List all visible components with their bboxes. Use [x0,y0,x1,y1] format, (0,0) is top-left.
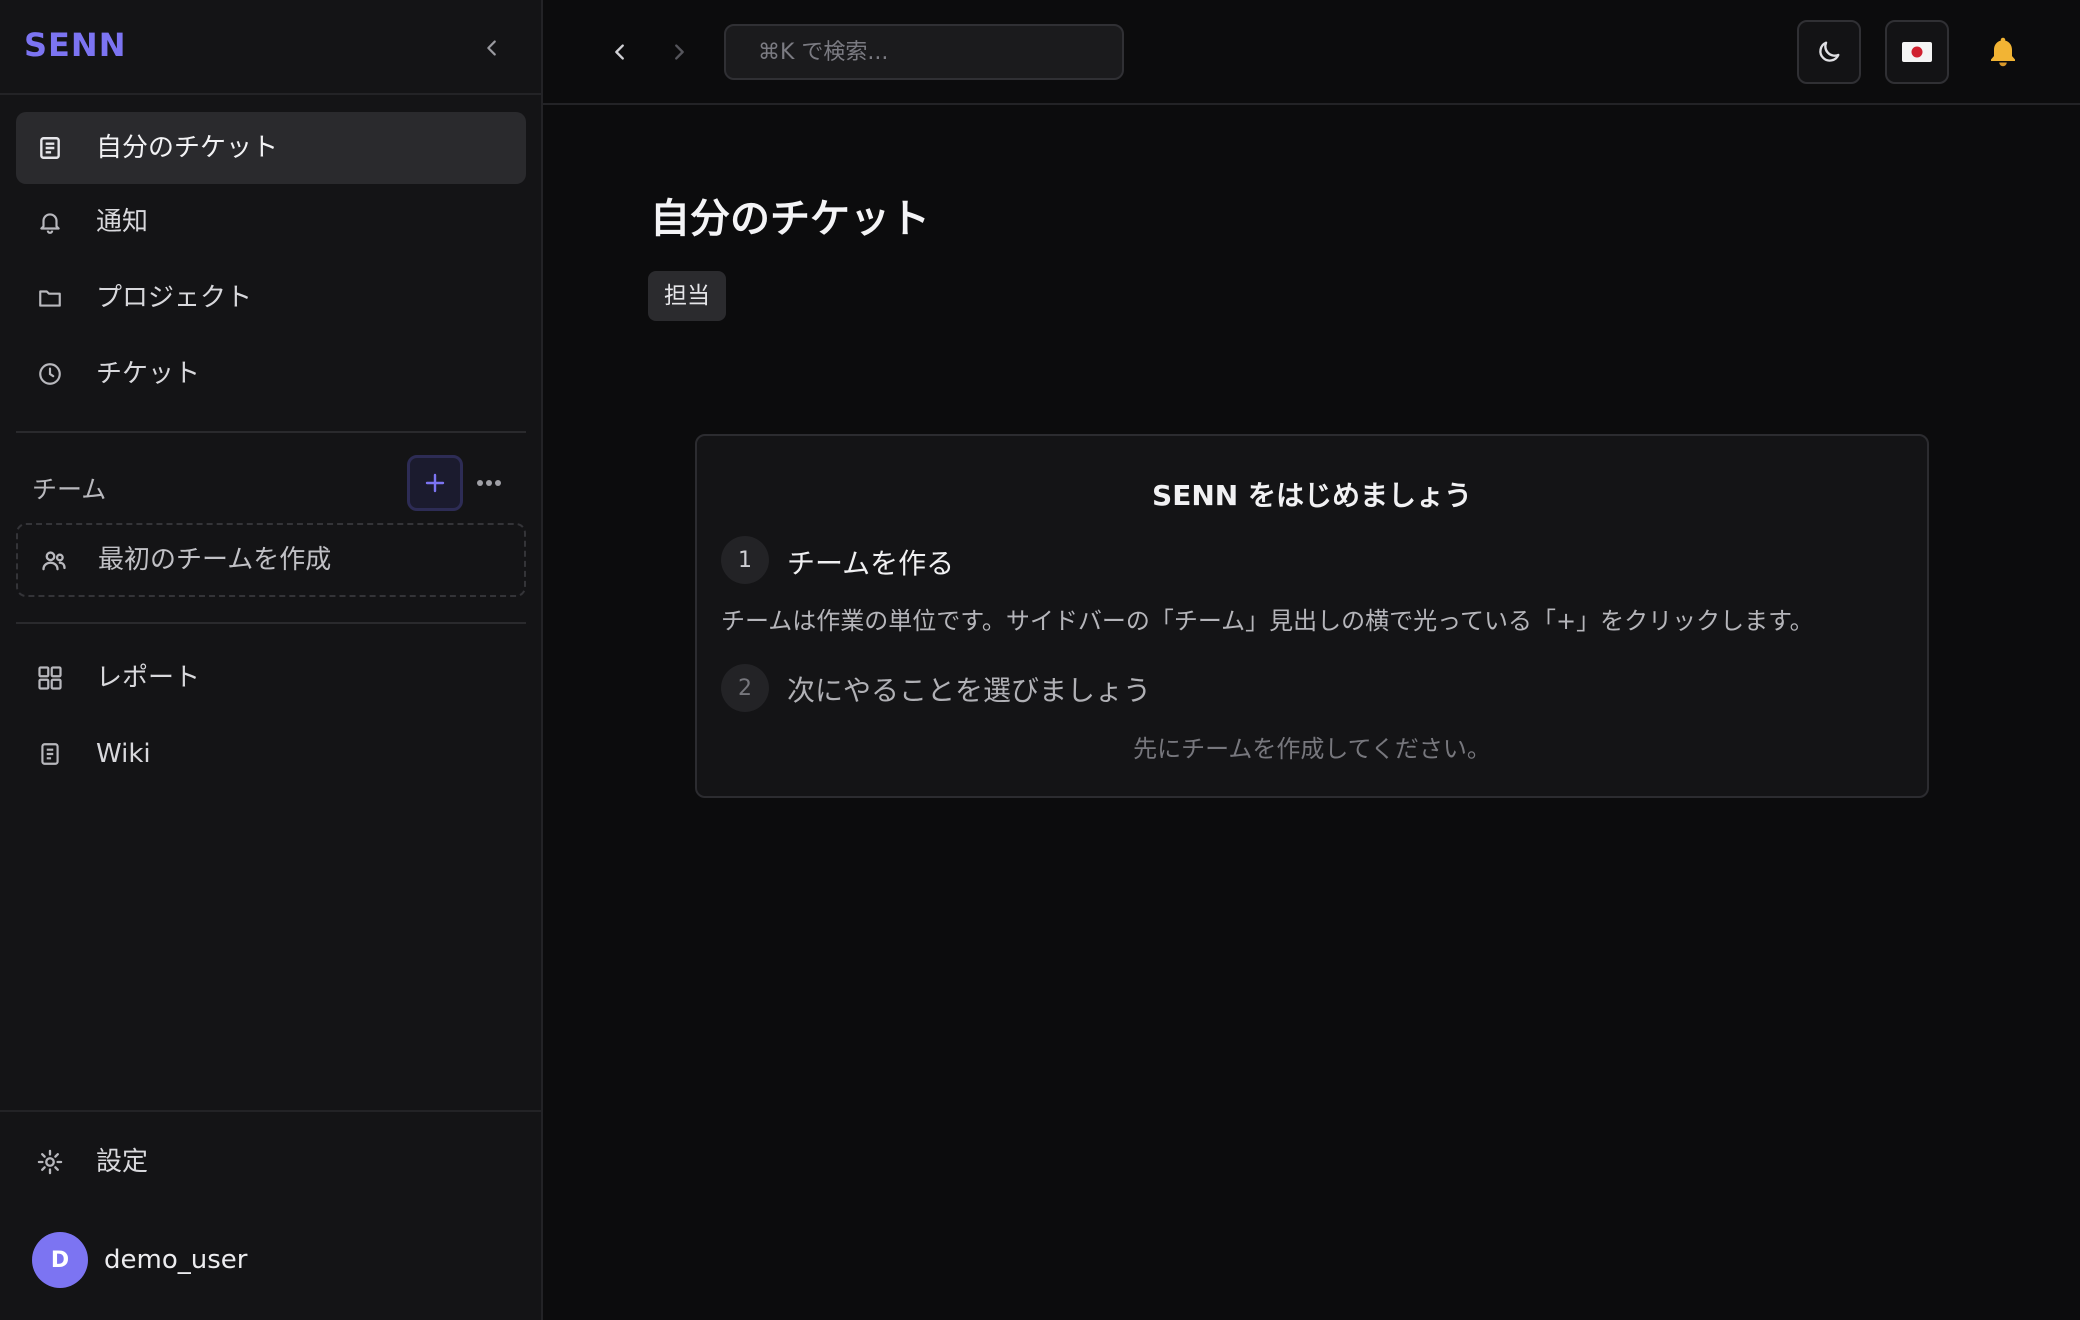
search-input[interactable] [724,24,1124,80]
step-title: チームを作る [787,547,955,580]
user-profile[interactable]: D demo_user [32,1232,247,1288]
step-note: 先にチームを作成してください。 [1133,735,1491,763]
gear-icon [36,1148,64,1176]
sidebar-item-label: チケット [96,359,201,389]
sidebar-item-label: 通知 [96,207,149,237]
plus-icon [425,473,445,493]
sidebar: SENN 自分のチケット 通知 プロジェクト チケット チーム 最初のチームを作… [0,0,543,1320]
assigned-filter-tag[interactable]: 担当 [648,271,726,321]
users-icon [40,547,68,575]
sidebar-item-label: レポート [96,663,201,693]
sidebar-item-reports[interactable]: レポート [16,642,526,714]
bell-icon [1991,37,2015,67]
create-first-team-button[interactable]: 最初のチームを作成 [16,523,526,597]
onboarding-title: SENN をはじめましょう [1152,479,1472,512]
topbar [543,0,2080,105]
forward-button[interactable] [659,32,699,72]
avatar: D [32,1232,88,1288]
sidebar-item-wiki[interactable]: Wiki [16,718,526,790]
sidebar-item-settings[interactable]: 設定 [16,1126,526,1198]
username: demo_user [104,1245,248,1275]
theme-toggle-button[interactable] [1797,20,1861,84]
language-button[interactable] [1885,20,1949,84]
step-title: 次にやることを選びましょう [787,674,1152,707]
sidebar-item-label: 自分のチケット [96,133,279,163]
sidebar-item-label: Wiki [96,739,151,769]
sidebar-divider [16,622,526,624]
chevron-right-icon [675,44,684,60]
page-title: 自分のチケット [650,196,930,242]
bell-icon [36,208,64,236]
notifications-button[interactable] [1977,26,2029,78]
sidebar-item-label: 設定 [96,1147,149,1177]
create-team-label: 最初のチームを作成 [98,545,332,575]
step-description: チームは作業の単位です。サイドバーの「チーム」見出しの横で光っている「+」をクリ… [721,607,1814,635]
moon-icon [1819,41,1840,62]
step-number: 1 [721,536,769,584]
folder-icon [36,284,64,312]
sidebar-item-label: プロジェクト [96,283,253,313]
team-section-heading: チーム [32,475,107,504]
ellipsis-icon [477,480,501,486]
add-team-button[interactable] [407,455,463,511]
onboarding-card: SENN をはじめましょう 1 チームを作る チームは作業の単位です。サイドバー… [695,434,1929,798]
chevron-left-icon [615,44,624,60]
grid-icon [36,664,64,692]
app-root: SENN 自分のチケット 通知 プロジェクト チケット チーム 最初のチームを作… [0,0,2080,1320]
japan-flag-icon [1902,42,1932,62]
brand-logo: SENN [24,26,127,64]
step-number: 2 [721,664,769,712]
clock-icon [36,360,64,388]
document-icon [36,740,64,768]
sidebar-item-notifications[interactable]: 通知 [16,186,526,258]
sidebar-item-my-tickets[interactable]: 自分のチケット [16,112,526,184]
sidebar-item-projects[interactable]: プロジェクト [16,262,526,334]
sidebar-item-tickets[interactable]: チケット [16,338,526,410]
sidebar-header: SENN [0,0,541,95]
collapse-sidebar-button[interactable] [474,30,510,66]
ticket-list-icon [36,134,64,162]
sidebar-divider [16,431,526,433]
chevron-left-icon [487,40,496,56]
team-more-button[interactable] [472,468,506,498]
back-button[interactable] [600,32,640,72]
